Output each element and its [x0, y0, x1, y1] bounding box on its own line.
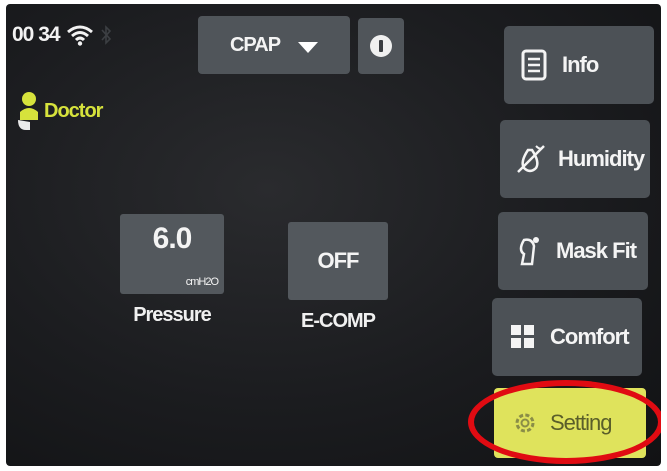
mask-fit-icon [519, 237, 539, 266]
pressure-value: 6.0 [152, 222, 193, 255]
pressure-tile[interactable]: 6.0 cmH2O [120, 214, 224, 294]
status-bar: 00 34 [12, 20, 112, 50]
grid-icon [511, 325, 534, 348]
humidity-button[interactable]: Humidity [500, 120, 650, 198]
ecomp-tile[interactable]: OFF [288, 222, 388, 300]
mask-fit-button[interactable]: Mask Fit [498, 212, 648, 290]
comfort-button[interactable]: Comfort [492, 298, 642, 376]
pressure-unit: cmH2O [185, 276, 219, 288]
wifi-icon [66, 25, 93, 46]
info-icon [370, 35, 392, 57]
info-label: Info [562, 52, 599, 77]
mode-select[interactable]: CPAP [198, 16, 350, 74]
user-badge[interactable]: Doctor [14, 90, 103, 132]
user-icon [18, 92, 38, 130]
ecomp-value: OFF [317, 248, 360, 273]
humidity-icon [517, 145, 545, 173]
setting-button[interactable]: Setting [494, 388, 646, 458]
ecomp-caption: E-COMP [301, 310, 376, 332]
humidity-label: Humidity [558, 146, 645, 171]
pressure-control: 6.0 cmH2O Pressure [120, 214, 224, 327]
ecomp-control: OFF E-COMP [288, 222, 388, 333]
pressure-caption: Pressure [133, 304, 212, 326]
setting-label: Setting [550, 410, 612, 435]
gear-icon [515, 413, 535, 433]
chevron-down-icon [298, 41, 319, 53]
info-button[interactable]: Info [504, 26, 654, 104]
device-screen: 00 34 CPAP Doctor 6.0 cmH2O Pressure OFF… [6, 4, 661, 466]
mask-fit-label: Mask Fit [556, 238, 637, 263]
clock: 00 34 [12, 23, 61, 46]
user-role-label: Doctor [44, 99, 103, 122]
comfort-label: Comfort [550, 324, 630, 349]
bluetooth-icon [100, 25, 111, 45]
mode-value: CPAP [229, 33, 281, 56]
mode-info-button[interactable] [358, 18, 404, 74]
document-icon [521, 49, 547, 81]
